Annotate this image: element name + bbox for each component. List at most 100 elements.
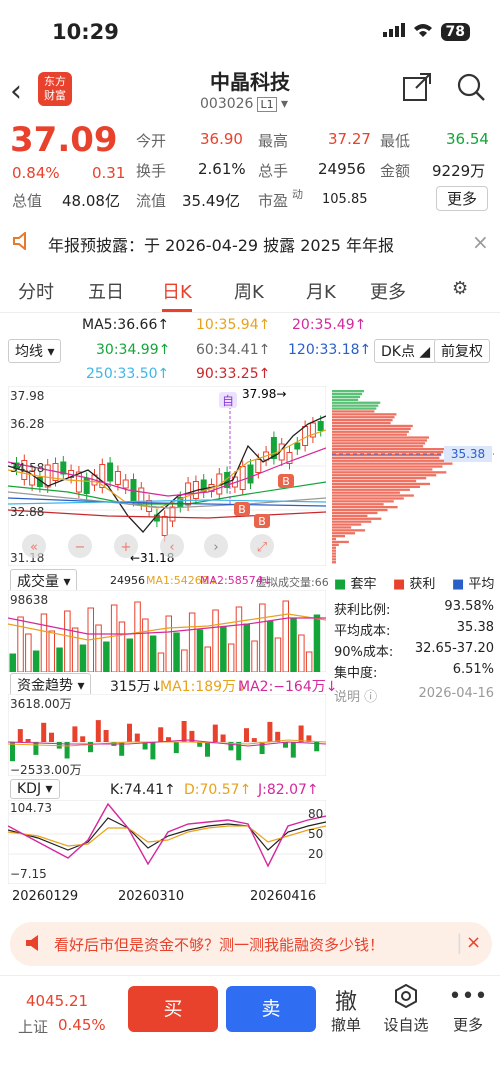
chip-bar [332, 546, 336, 549]
fund-ma1: MA1:189万↓ [160, 679, 248, 695]
buy-button[interactable]: 买 [128, 986, 218, 1032]
more-button[interactable]: 更多 [435, 186, 488, 211]
buy-signal: B [282, 475, 290, 488]
close-icon[interactable]: × [466, 932, 481, 953]
tab-five-day[interactable]: 五日 [88, 278, 124, 304]
sell-button[interactable]: 卖 [226, 986, 316, 1032]
volume-bar [134, 601, 141, 672]
share-icon[interactable] [402, 72, 432, 106]
tab-intraday[interactable]: 分时 [18, 278, 54, 304]
volume-bar [204, 646, 211, 672]
volume-chart: 98638 [8, 590, 326, 672]
margin-ad-banner[interactable]: 看好后市但是资金不够？测一测我能融资多少钱！ | × [10, 922, 492, 966]
search-icon[interactable] [456, 72, 486, 106]
add-watchlist-button[interactable]: 设自选 [376, 983, 436, 1035]
stock-code[interactable]: 003026 L1 ▾ [200, 96, 288, 112]
status-bar: 10:29 78 [0, 0, 500, 66]
volume-bar [17, 616, 24, 672]
kdj-j: J:82.07↑ [258, 782, 319, 798]
dk-point-select[interactable]: DK点 ◢ [374, 339, 438, 363]
svg-text:«: « [30, 540, 38, 555]
tab-more[interactable]: 更多 [370, 278, 406, 304]
kdj-ymin: −7.15 [10, 867, 47, 881]
more-tools-button[interactable]: ••• 更多 [438, 984, 498, 1035]
amount-label: 金额 [380, 162, 411, 180]
chip-bar [332, 561, 336, 564]
low-label: 最低 [380, 132, 411, 150]
chip-bar [332, 390, 364, 393]
fund-bar [150, 742, 156, 760]
volume-bar [110, 604, 118, 672]
notice-banner[interactable]: 年报预披露：于 2026-04-29 披露 2025 年年报 × [0, 222, 500, 264]
kdj-level: 20 [308, 847, 323, 861]
chip-bar [332, 459, 462, 462]
volume-bar [305, 651, 313, 672]
chip-bar [332, 558, 336, 561]
fund-bar [80, 736, 86, 742]
volume-bar [266, 620, 274, 672]
y-tick: 34.58 [10, 461, 44, 475]
svg-text:⤢: ⤢ [257, 540, 267, 555]
chip-bar [332, 413, 397, 416]
chip-note[interactable]: 说明 ⓘ 2026-04-16 [334, 686, 494, 705]
mktcap-value: 48.08亿 [62, 192, 120, 210]
y-tick: 36.28 [10, 417, 44, 431]
chip-bar [332, 456, 440, 459]
chip-bar [332, 511, 378, 515]
cancel-order-button[interactable]: 撤撤单 [316, 984, 376, 1035]
fund-value: 315万↓ [110, 679, 163, 695]
high-marker: 37.98→ [242, 387, 286, 401]
clock: 10:29 [52, 20, 119, 44]
float-value: 35.49亿 [182, 192, 240, 210]
chip-bar [332, 450, 444, 454]
volume-bar [40, 613, 48, 672]
battery-icon: 78 [440, 22, 470, 41]
chip-bar [332, 410, 375, 413]
chip-bar [332, 479, 417, 483]
chip-bar [332, 445, 424, 448]
chip-bar [332, 448, 446, 451]
volume-bar [227, 643, 235, 672]
chip-bar [332, 488, 410, 491]
chip-bar [332, 416, 395, 419]
fund-bar [259, 742, 265, 754]
close-icon[interactable]: × [472, 230, 489, 254]
pe-value: 105.85 [322, 192, 368, 207]
chip-distribution[interactable]: 35.38 [332, 386, 494, 566]
tab-weekly-k[interactable]: 周K [234, 278, 264, 304]
chip-bar [332, 543, 339, 546]
ma-select[interactable]: 均线 ▾ [8, 339, 62, 363]
tab-monthly-k[interactable]: 月K [306, 278, 336, 304]
volume-bar [212, 609, 219, 672]
chip-bar [332, 395, 361, 399]
chip-bar [332, 482, 431, 486]
volume-bar [196, 629, 204, 672]
adjust-select[interactable]: 前复权 [434, 339, 490, 363]
kline-chart[interactable]: 自 37.98→ ←31.18 B B B 37.98 36.28 34.58 … [8, 386, 326, 566]
notice-text: 年报预披露：于 2026-04-29 披露 2025 年年报 [48, 236, 395, 255]
chip-bar [332, 497, 404, 500]
kdj-level: 50 [308, 827, 323, 841]
chip-legend: ■ 套牢 ■ 获利 ■ 平均 [334, 577, 495, 592]
date-label: 20260129 [12, 889, 79, 904]
chip-bar [332, 442, 426, 445]
volume-bar [118, 621, 126, 672]
date-label: 20260416 [250, 889, 317, 904]
chip-bar [332, 517, 382, 520]
last-price: 37.09 [10, 120, 118, 160]
high-label: 最高 [258, 132, 289, 150]
chip-bar [332, 462, 453, 465]
concentration: 集中度: 6.51% [334, 662, 494, 681]
signal-icon [382, 22, 405, 41]
open-value: 36.90 [200, 130, 243, 148]
volume-label: 总手 [258, 162, 289, 180]
kdj-chart: 104.73 −7.15 80 50 20 [8, 800, 326, 884]
kdj-k: K:74.41↑ [110, 782, 176, 798]
pe-label: 市盈 [258, 192, 289, 210]
volume-bar [274, 637, 282, 672]
tab-daily-k[interactable]: 日K [162, 278, 192, 312]
volume-bar [79, 644, 87, 672]
more-dots-icon: ••• [448, 984, 488, 1009]
settings-icon[interactable]: ⚙ [452, 278, 468, 299]
kdj-indicator-select[interactable]: KDJ ▾ [10, 779, 60, 799]
